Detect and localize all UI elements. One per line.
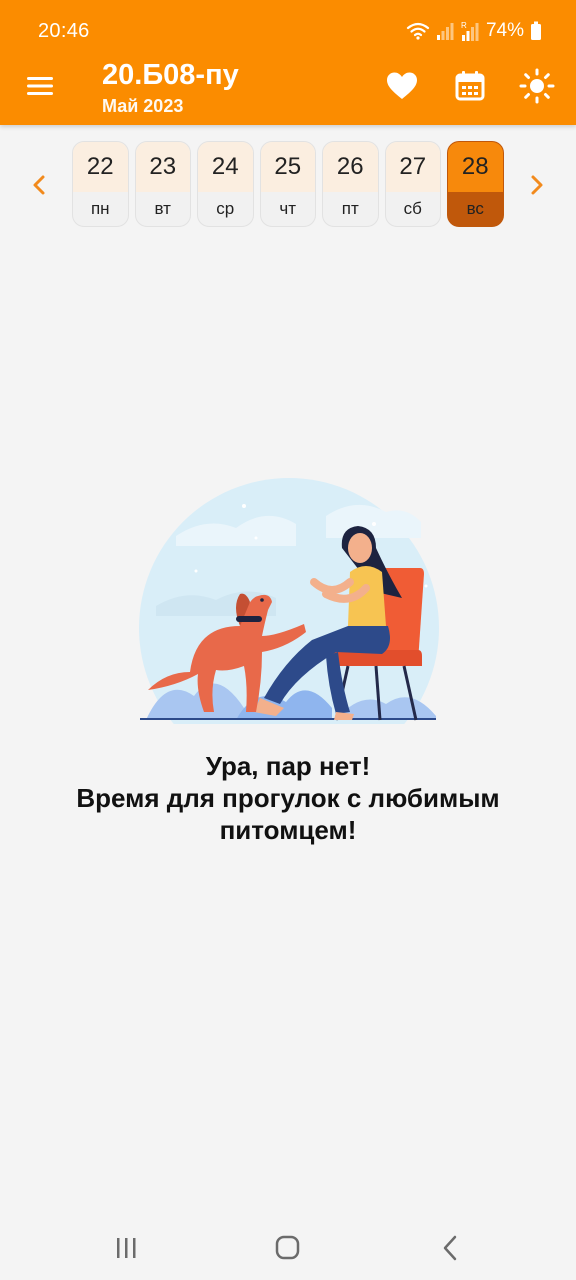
day-of-week: вт: [154, 199, 171, 218]
empty-state-message: Ура, пар нет! Время для прогулок с любим…: [40, 750, 536, 846]
recent-apps-icon: [117, 1238, 136, 1258]
day-28[interactable]: 28 вс: [447, 141, 504, 227]
calendar-icon: [455, 71, 485, 101]
svg-text:R: R: [461, 21, 467, 30]
day-number: 22: [73, 142, 128, 192]
day-26[interactable]: 26 пт: [322, 141, 379, 227]
day-number: 24: [198, 142, 253, 192]
top-app-bar: 20:46 R 74% 20.Б08-пу Май 2023: [0, 0, 576, 125]
battery-percent: 74%: [485, 20, 524, 41]
home-button[interactable]: [268, 1232, 308, 1264]
battery-icon: [531, 21, 541, 40]
day-of-week: ср: [216, 199, 235, 218]
status-icons: R 74%: [406, 18, 542, 44]
page-subtitle: Май 2023: [102, 96, 184, 116]
previous-week-button[interactable]: [27, 172, 51, 198]
day-of-week: чт: [279, 199, 297, 218]
day-number: 23: [135, 142, 190, 192]
back-icon: [443, 1235, 457, 1261]
menu-button[interactable]: [22, 68, 58, 104]
system-navigation-bar: [0, 1218, 576, 1280]
day-24[interactable]: 24 ср: [197, 141, 254, 227]
day-27[interactable]: 27 сб: [384, 141, 441, 227]
heart-icon: [387, 72, 417, 99]
day-of-week: вс: [466, 199, 484, 218]
day-of-week: пт: [341, 199, 359, 218]
theme-toggle-button[interactable]: [519, 68, 555, 104]
app-screen: 20:46 R 74% 20.Б08-пу Май 2023 22 пн 23 …: [0, 0, 576, 1280]
signal-icon: [436, 23, 454, 40]
recent-apps-button[interactable]: [106, 1232, 146, 1264]
empty-state-title: Ура, пар нет!: [205, 751, 371, 781]
page-title: 20.Б08-пу: [102, 59, 239, 91]
day-of-week: сб: [403, 199, 422, 218]
week-day-strip: 22 пн 23 вт 24 ср 25 чт 26 пт 27 сб 28 вс: [72, 141, 504, 227]
calendar-button[interactable]: [452, 68, 488, 104]
status-time: 20:46: [38, 20, 90, 42]
empty-state-subtitle: Время для прогулок с любимым питомцем!: [76, 783, 500, 845]
signal-roaming-icon: R: [461, 21, 479, 41]
back-button[interactable]: [430, 1232, 470, 1264]
sun-icon: [519, 68, 555, 104]
chevron-right-icon: [531, 175, 543, 195]
chevron-left-icon: [33, 175, 45, 195]
favorites-button[interactable]: [384, 68, 420, 104]
menu-icon: [27, 77, 53, 95]
wifi-icon: [406, 22, 430, 40]
day-of-week: пн: [90, 199, 110, 218]
day-23[interactable]: 23 вт: [134, 141, 191, 227]
title-block: 20.Б08-пу Май 2023: [102, 58, 239, 118]
day-22[interactable]: 22 пн: [72, 141, 129, 227]
home-icon: [275, 1235, 300, 1260]
day-number: 25: [260, 142, 315, 192]
woman-with-dog-illustration: [139, 478, 439, 724]
day-number: 26: [323, 142, 378, 192]
next-week-button[interactable]: [525, 172, 549, 198]
day-number: 27: [385, 142, 440, 192]
day-number: 28: [448, 142, 503, 192]
day-25[interactable]: 25 чт: [259, 141, 316, 227]
